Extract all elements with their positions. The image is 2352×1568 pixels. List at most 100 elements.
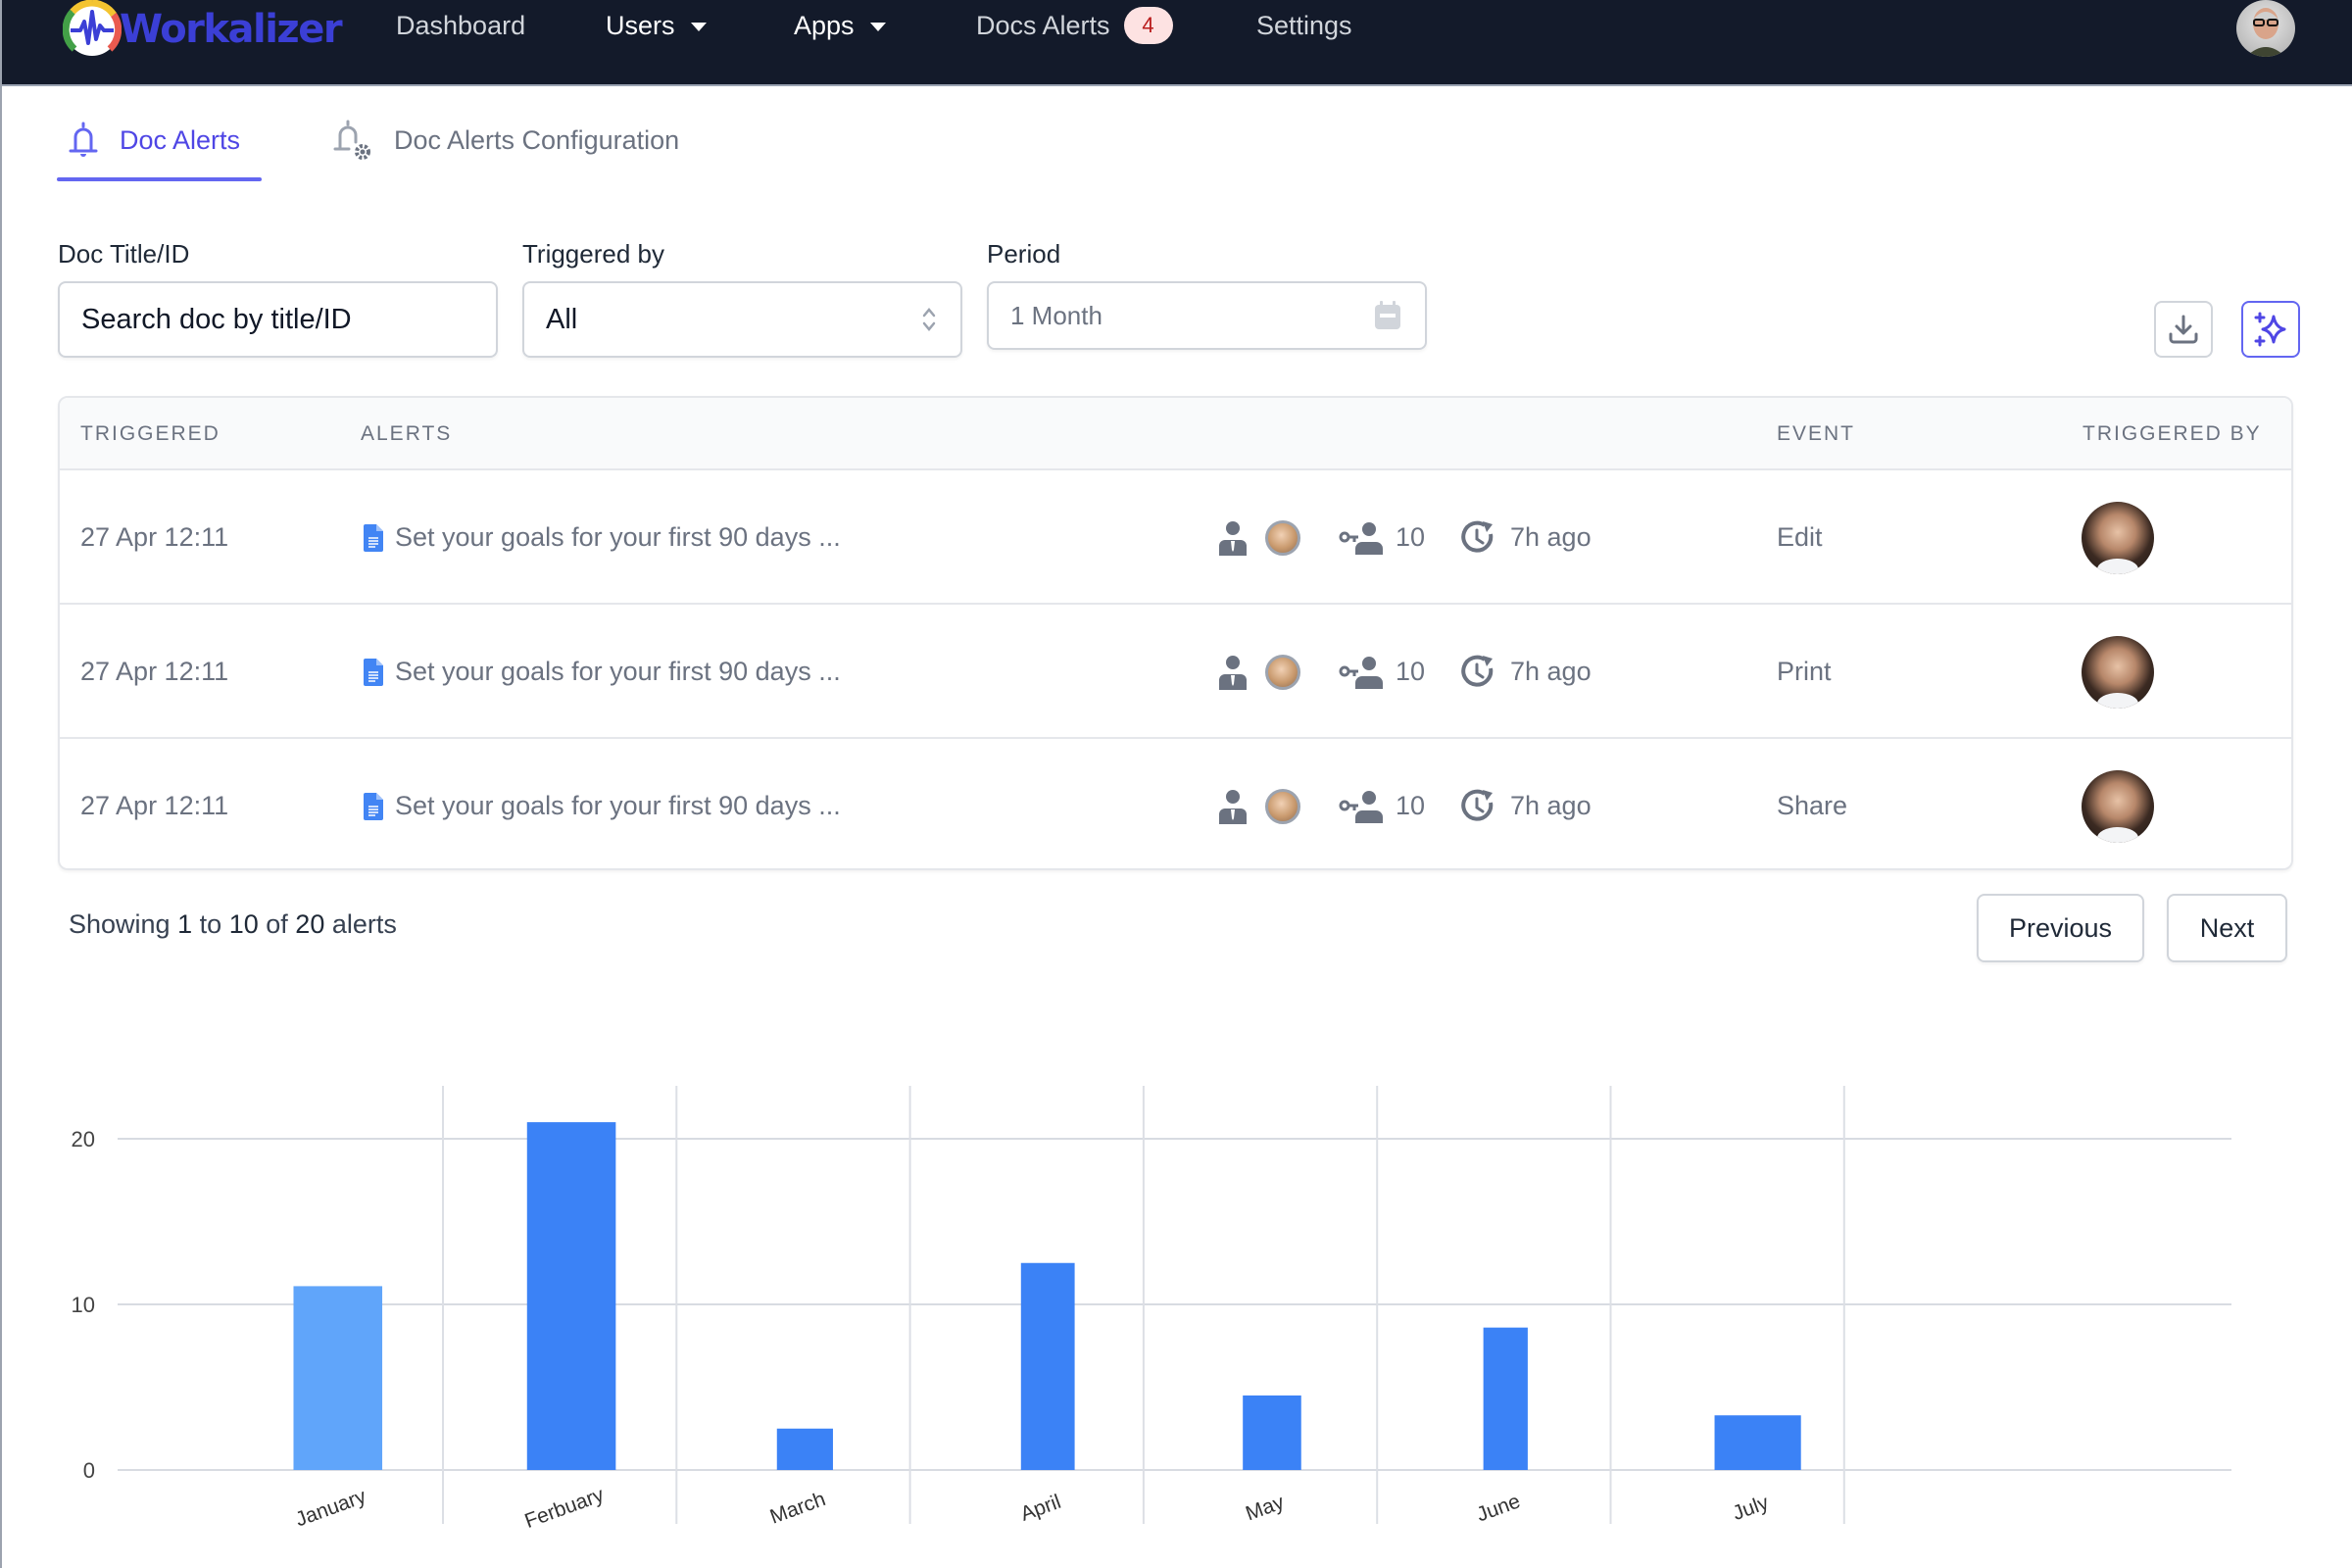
event-type: Print	[1777, 657, 1832, 686]
last-activity: 7h ago	[1461, 739, 1592, 868]
user-avatar-icon	[2246, 8, 2285, 57]
time-ago: 7h ago	[1510, 791, 1592, 820]
triggered-by-avatar[interactable]	[2082, 635, 2154, 709]
bar-june	[1483, 1327, 1528, 1470]
triggered-by-avatar[interactable]	[2082, 501, 2154, 574]
pagination-of-word: of	[266, 909, 288, 939]
shared-access: 10	[1339, 739, 1426, 868]
pagination-suffix: alerts	[331, 909, 397, 939]
sparkles-icon	[2254, 312, 2286, 347]
alert-doc-link[interactable]: Set your goals for your first 90 days ..…	[364, 739, 841, 868]
nav-docs-alerts[interactable]: Docs Alerts 4	[976, 6, 1173, 45]
user-avatar[interactable]	[2236, 0, 2295, 57]
select-updown-icon	[922, 308, 936, 331]
tab-doc-alerts-label: Doc Alerts	[120, 124, 241, 155]
doc-owner-icon-wrap	[1217, 470, 1249, 605]
access-count: 10	[1396, 522, 1426, 552]
x-tick-label: July	[1730, 1492, 1772, 1526]
chevron-down-icon	[869, 23, 886, 31]
last-activity: 7h ago	[1461, 470, 1592, 605]
event-type: Share	[1777, 791, 1848, 820]
triggered-time: 27 Apr 12:11	[80, 657, 229, 686]
download-icon	[2169, 315, 2198, 344]
doc-search-input[interactable]: Search doc by title/ID	[58, 281, 498, 358]
owner-icon	[1219, 655, 1247, 690]
pagination-to-word: to	[199, 909, 222, 939]
triggered-time: 27 Apr 12:11	[80, 791, 229, 820]
google-doc-icon	[364, 658, 383, 686]
x-tick-label: January	[293, 1485, 370, 1531]
time-ago: 7h ago	[1510, 657, 1592, 686]
google-doc-icon	[364, 523, 383, 552]
key-user-icon	[1339, 656, 1383, 689]
header-triggered-by[interactable]: TRIGGERED BY	[2082, 398, 2262, 470]
bar-april	[1020, 1262, 1075, 1470]
header-alerts[interactable]: ALERTS	[361, 398, 452, 470]
table-header: TRIGGERED ALERTS EVENT TRIGGERED BY	[60, 398, 2291, 470]
triggered-by-avatar-wrap	[2082, 739, 2154, 868]
header-event[interactable]: EVENT	[1777, 398, 1855, 470]
chart-y-axis: 0 10 20	[72, 1127, 95, 1483]
period-date-input[interactable]: 1 Month	[987, 281, 1427, 350]
pagination-from: 1	[177, 909, 193, 939]
alerts-bar-chart: 0 10 20 January Ferbuary March April May June Ju…	[72, 1086, 2231, 1534]
triggered-by-avatar[interactable]	[2082, 769, 2154, 843]
triggered-by-label: Triggered by	[522, 239, 664, 269]
tab-doc-alerts[interactable]: Doc Alerts	[67, 98, 240, 182]
next-page-button[interactable]: Next	[2167, 894, 2287, 962]
header-triggered[interactable]: TRIGGERED	[80, 398, 220, 470]
nav-apps-label: Apps	[794, 11, 855, 40]
history-icon	[1461, 789, 1494, 821]
shared-access: 10	[1339, 605, 1425, 739]
alert-doc-title: Set your goals for your first 90 days ..…	[395, 791, 841, 820]
calendar-icon	[1375, 301, 1400, 329]
nav-users[interactable]: Users	[606, 6, 707, 45]
owner-avatar-wrap	[1265, 605, 1300, 739]
chevron-down-icon	[690, 23, 707, 31]
active-tab-indicator	[57, 177, 262, 181]
alert-doc-title: Set your goals for your first 90 days ..…	[395, 522, 841, 552]
nav-dashboard[interactable]: Dashboard	[396, 6, 525, 45]
y-tick-label: 10	[72, 1293, 95, 1317]
chart-x-axis: January Ferbuary March April May June July	[293, 1484, 1773, 1534]
nav-settings[interactable]: Settings	[1256, 6, 1352, 45]
access-count: 10	[1396, 791, 1426, 820]
pagination-prefix: Showing	[69, 909, 171, 939]
doc-title-label: Doc Title/ID	[58, 239, 190, 269]
owner-avatar[interactable]	[1265, 654, 1300, 690]
chart-grid	[118, 1086, 2231, 1524]
x-tick-label: Ferbuary	[521, 1484, 607, 1534]
x-tick-label: April	[1017, 1491, 1063, 1526]
bar-january	[293, 1286, 383, 1470]
tab-doc-alerts-configuration[interactable]: Doc Alerts Configuration	[331, 98, 679, 182]
pagination-to: 10	[228, 909, 259, 939]
alert-doc-title: Set your goals for your first 90 days ..…	[395, 657, 841, 686]
access-count: 10	[1396, 657, 1426, 686]
bar-ferbuary	[526, 1122, 616, 1470]
owner-avatar[interactable]	[1265, 519, 1300, 556]
download-button[interactable]	[2154, 301, 2213, 358]
ai-insights-button[interactable]	[2241, 301, 2300, 358]
brand-logo[interactable]: Workalizer	[63, 0, 343, 59]
x-tick-label: May	[1243, 1491, 1288, 1525]
table-row[interactable]: 27 Apr 12:11 Set your goals for your fir…	[60, 470, 2291, 605]
owner-avatar[interactable]	[1265, 788, 1300, 824]
triggered-by-value: All	[546, 303, 578, 335]
table-row[interactable]: 27 Apr 12:11 Set your goals for your fir…	[60, 605, 2291, 739]
alert-doc-link[interactable]: Set your goals for your first 90 days ..…	[364, 605, 841, 739]
triggered-by-select[interactable]: All	[522, 281, 962, 358]
nav-apps[interactable]: Apps	[794, 6, 886, 45]
key-user-icon	[1339, 790, 1383, 823]
owner-avatar-wrap	[1265, 470, 1300, 605]
pagination-total: 20	[295, 909, 325, 939]
triggered-by-avatar-wrap	[2082, 605, 2154, 739]
triggered-time: 27 Apr 12:11	[80, 522, 229, 552]
alert-doc-link[interactable]: Set your goals for your first 90 days ..…	[364, 470, 841, 605]
table-row[interactable]: 27 Apr 12:11 Set your goals for your fir…	[60, 739, 2291, 868]
pagination-summary: Showing 1 to 10 of 20 alerts	[69, 909, 397, 940]
nav-settings-label: Settings	[1256, 11, 1352, 40]
doc-owner-icon-wrap	[1217, 739, 1249, 868]
previous-page-button[interactable]: Previous	[1977, 894, 2144, 962]
owner-icon	[1219, 789, 1247, 824]
y-tick-label: 20	[72, 1127, 95, 1152]
